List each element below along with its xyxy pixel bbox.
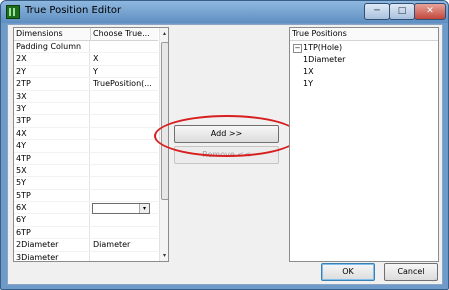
window-title: True Position Editor (25, 5, 122, 16)
true-positions-header: True Positions (290, 28, 438, 41)
tree-child-item[interactable]: 1Y (292, 78, 436, 90)
true-position-editor-window: True Position Editor ─ □ ✕ Dimensions Ch… (0, 0, 449, 290)
row-column-divider (89, 164, 90, 177)
grid-header: Dimensions Choose True... (14, 28, 158, 41)
dimension-cell: 2TP (16, 79, 31, 89)
grid-row[interactable]: 5TP (14, 189, 158, 203)
choice-cell[interactable]: TruePosition(... (93, 78, 157, 89)
dimension-cell: 3X (16, 91, 27, 101)
dimension-cell: 2Diameter (16, 240, 59, 250)
row-column-divider (89, 177, 90, 189)
grid-row[interactable]: 5Y (14, 177, 158, 190)
dimension-cell: 6X (16, 203, 27, 213)
grid-row[interactable]: 2Y Y (14, 65, 158, 79)
dimension-cell: 6TP (16, 227, 31, 237)
grid-row[interactable]: 4X (14, 127, 158, 141)
title-bar[interactable]: True Position Editor ─ □ ✕ (1, 1, 448, 23)
grid-row[interactable]: 3Y (14, 102, 158, 116)
scroll-down-arrow-icon[interactable]: ▾ (160, 250, 168, 261)
row-column-divider (89, 102, 90, 115)
dimension-cell: 3TP (16, 116, 31, 126)
row-column-divider (89, 251, 90, 261)
choose-true-position-dropdown[interactable]: ▾ (92, 203, 150, 215)
grid-row[interactable]: 5X (14, 164, 158, 178)
tree-child-label: 1X (303, 67, 314, 76)
dimensions-grid[interactable]: Dimensions Choose True... Padding Column… (13, 27, 169, 262)
tree-child-label: 1Y (303, 79, 313, 88)
row-column-divider (89, 127, 90, 140)
dimension-cell: 2X (16, 54, 27, 64)
row-column-divider (89, 78, 90, 90)
grid-row[interactable]: 2TP TruePosition(... (14, 78, 158, 91)
dimension-cell: 4TP (16, 153, 31, 163)
tree-child-item[interactable]: 1Diameter (292, 54, 436, 66)
row-column-divider (89, 214, 90, 226)
row-column-divider (89, 226, 90, 239)
close-button[interactable]: ✕ (414, 3, 446, 20)
tree-child-item[interactable]: 1X (292, 66, 436, 78)
grid-row[interactable]: 2X X (14, 53, 158, 66)
grid-row[interactable]: 3TP (14, 115, 158, 128)
resize-grip-icon[interactable]: ⋰ (432, 277, 440, 283)
red-highlight-ellipse (154, 115, 300, 157)
row-column-divider (89, 202, 90, 214)
true-positions-tree[interactable]: True Positions − 1TP(Hole) 1Diameter 1X … (289, 27, 439, 262)
dimension-cell: 3Y (16, 103, 26, 113)
grid-row[interactable]: 6X ▾ (14, 202, 158, 215)
dimension-cell: 3Diameter (16, 252, 59, 262)
row-column-divider (89, 41, 90, 53)
grid-row[interactable]: 3Diameter (14, 251, 158, 262)
grid-row[interactable]: 4Y (14, 140, 158, 153)
row-column-divider (89, 115, 90, 127)
row-column-divider (89, 189, 90, 202)
choice-cell[interactable]: Diameter (93, 239, 157, 250)
minimize-button[interactable]: ─ (364, 3, 390, 20)
dialog-client-area: Dimensions Choose True... Padding Column… (7, 24, 443, 285)
true-positions-tree-items: − 1TP(Hole) 1Diameter 1X 1Y (292, 42, 436, 90)
grid-row[interactable]: Padding Column (14, 41, 158, 54)
grid-row[interactable]: 6TP (14, 226, 158, 240)
choice-cell[interactable]: X (93, 53, 157, 64)
row-column-divider (89, 239, 90, 251)
grid-row[interactable]: 6Y (14, 214, 158, 227)
choose-true-column-header[interactable]: Choose True... (91, 28, 158, 40)
dimensions-column-header[interactable]: Dimensions (14, 28, 91, 40)
dimension-cell: 2Y (16, 66, 26, 76)
row-column-divider (89, 90, 90, 102)
dimension-cell: 4Y (16, 141, 26, 151)
grid-row[interactable]: 3X (14, 90, 158, 103)
dimension-cell: 4X (16, 128, 27, 138)
scroll-up-arrow-icon[interactable]: ▴ (160, 28, 168, 39)
tree-root-label: 1TP(Hole) (303, 43, 343, 52)
tree-child-label: 1Diameter (303, 55, 346, 64)
row-column-divider (89, 152, 90, 164)
app-icon (6, 5, 20, 19)
dimension-cell: 5TP (16, 190, 31, 200)
dimension-cell: 5Y (16, 178, 26, 188)
grid-row[interactable]: 4TP (14, 152, 158, 165)
row-column-divider (89, 53, 90, 65)
dimension-cell: 6Y (16, 215, 26, 225)
ok-button[interactable]: OK (321, 263, 375, 281)
choice-cell[interactable]: Y (93, 66, 157, 77)
row-column-divider (89, 65, 90, 78)
cancel-button[interactable]: Cancel (384, 263, 438, 281)
dimension-cell: Padding Column (16, 42, 82, 51)
tree-root-item[interactable]: − 1TP(Hole) (292, 42, 436, 54)
grid-row[interactable]: 2Diameter Diameter (14, 239, 158, 252)
collapse-icon[interactable]: − (293, 44, 302, 53)
row-column-divider (89, 140, 90, 152)
grid-rows: Padding Column 2X X 2Y Y 2TP TruePosition(... 3… (14, 41, 158, 262)
dropdown-arrow-icon[interactable]: ▾ (139, 204, 149, 214)
scroll-thumb[interactable] (161, 42, 168, 200)
dimension-cell: 5X (16, 165, 27, 175)
maximize-button[interactable]: □ (389, 3, 415, 20)
